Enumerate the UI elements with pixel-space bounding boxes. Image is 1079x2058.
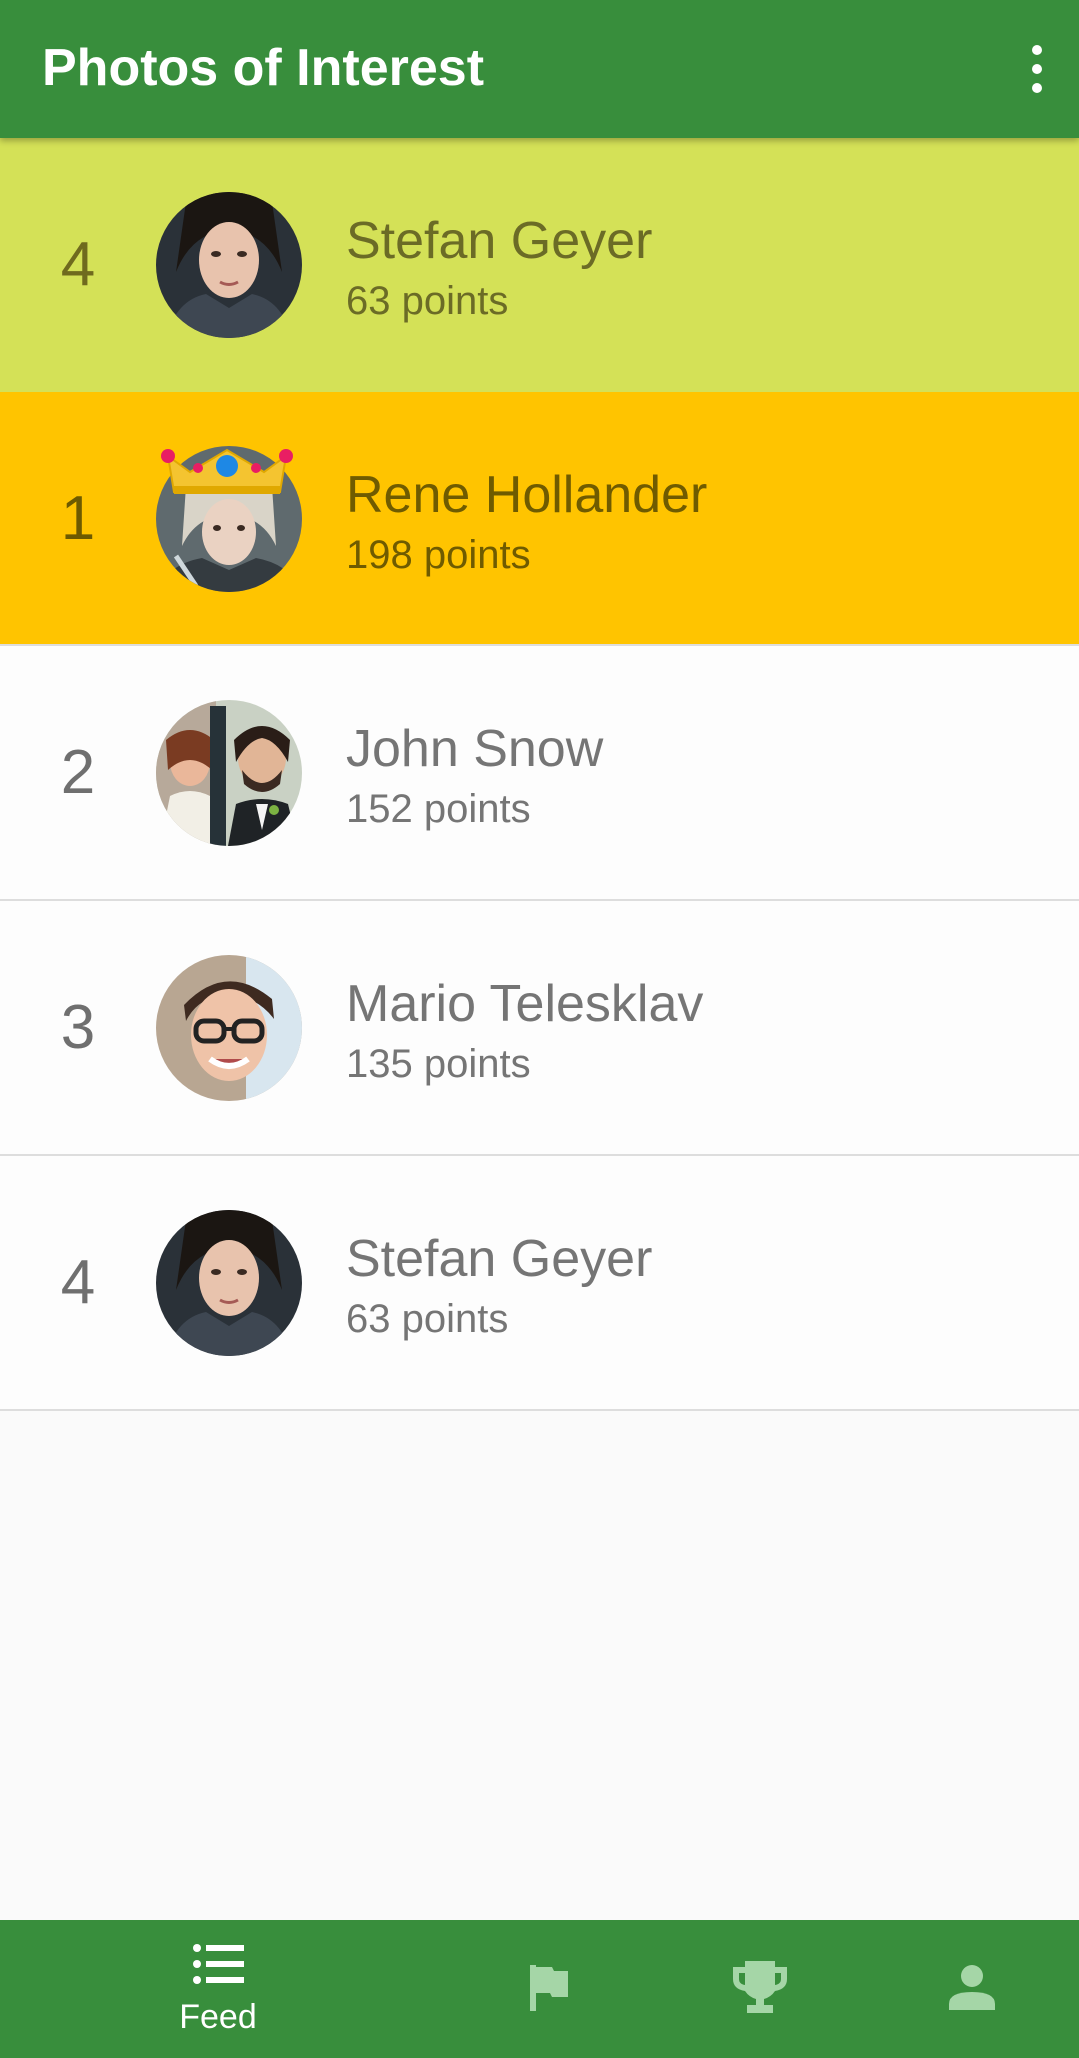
user-name: Rene Hollander	[346, 466, 708, 524]
list-item[interactable]: 2 John Snow 152 points	[0, 646, 1079, 901]
app-bar: Photos of Interest	[0, 0, 1079, 138]
bottom-navigation: Feed	[0, 1920, 1079, 2058]
person-icon	[949, 1964, 995, 2015]
user-name: Stefan Geyer	[346, 1230, 653, 1288]
rank-number: 3	[60, 993, 96, 1062]
nav-item-profile[interactable]	[922, 1920, 1022, 2058]
user-points: 198 points	[346, 533, 531, 577]
page-title: Photos of Interest	[42, 39, 485, 97]
nav-item-flag[interactable]	[498, 1920, 598, 2058]
rank-number: 4	[60, 1248, 96, 1317]
user-name: Mario Telesklav	[346, 975, 704, 1033]
user-name: Stefan Geyer	[346, 212, 653, 270]
current-user-row[interactable]: 4 Stefan Geyer 63 points	[0, 138, 1079, 392]
trophy-icon	[731, 1959, 789, 2020]
rank-number: 1	[60, 484, 96, 553]
flag-icon	[526, 1963, 570, 2016]
list-icon	[192, 1942, 244, 1991]
list-item[interactable]: 3 Mario Telesklav 135 points	[0, 901, 1079, 1156]
list-item[interactable]: 4 Stefan Geyer 63 points	[0, 1156, 1079, 1411]
user-points: 135 points	[346, 1042, 531, 1086]
user-name: John Snow	[346, 720, 604, 778]
nav-item-feed[interactable]: Feed	[138, 1920, 298, 2058]
user-points: 63 points	[346, 279, 509, 323]
user-points: 152 points	[346, 787, 531, 831]
avatar	[156, 192, 302, 338]
avatar	[156, 955, 302, 1101]
rank-number: 2	[60, 738, 96, 807]
avatar	[156, 700, 302, 846]
nav-item-leaderboard[interactable]	[710, 1920, 810, 2058]
list-item[interactable]: 1 Rene Hollander 198 points	[0, 392, 1079, 646]
user-points: 63 points	[346, 1297, 509, 1341]
more-vert-icon[interactable]	[1017, 40, 1057, 98]
rank-number: 4	[60, 230, 96, 299]
nav-label-feed: Feed	[179, 1997, 257, 2036]
avatar	[156, 1210, 302, 1356]
leaderboard-list: 4 Stefan Geyer 63 points 1 Rene Hollande…	[0, 138, 1079, 1411]
crown-icon	[160, 442, 294, 496]
